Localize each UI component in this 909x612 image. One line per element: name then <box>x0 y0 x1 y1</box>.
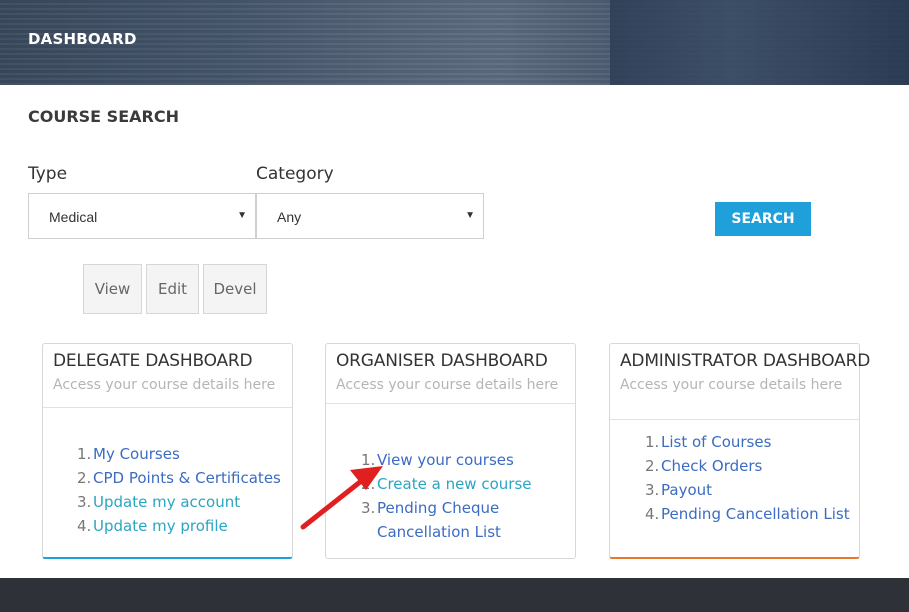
panel-subtitle: Access your course details here <box>620 377 843 393</box>
list-number: 4. <box>645 505 660 523</box>
list-item: 1. My Courses <box>77 442 292 466</box>
page-footer <box>0 578 909 612</box>
update-profile-link[interactable]: Update my profile <box>93 514 228 538</box>
header-background-image <box>610 0 909 85</box>
list-item: 3. Update my account <box>77 490 292 514</box>
list-item: 1. View your courses <box>361 448 575 472</box>
chevron-down-icon: ▼ <box>237 210 247 221</box>
tab-view[interactable]: View <box>83 264 142 314</box>
check-orders-link[interactable]: Check Orders <box>661 454 762 478</box>
category-select-value: Any <box>277 209 302 225</box>
list-number: 2. <box>645 457 660 475</box>
panel-body: 1. List of Courses 2. Check Orders 3. Payou… <box>610 420 859 526</box>
chevron-down-icon: ▼ <box>465 210 475 221</box>
payout-link[interactable]: Payout <box>661 478 712 502</box>
list-of-courses-link[interactable]: List of Courses <box>661 430 771 454</box>
panel-body: 1. My Courses 2. CPD Points & Certificates… <box>43 408 292 538</box>
list-number: 3. <box>361 499 376 517</box>
pending-cheque-link[interactable]: Pending Cheque Cancellation List <box>377 496 501 544</box>
panel-header: ORGANISER DASHBOARD Access your course d… <box>326 344 575 404</box>
list-item: 1. List of Courses <box>645 430 859 454</box>
list-number: 4. <box>77 517 92 535</box>
delegate-dashboard-panel: DELEGATE DASHBOARD Access your course de… <box>42 343 293 559</box>
panel-title: ORGANISER DASHBOARD <box>336 351 548 371</box>
organiser-links-list: 1. View your courses 2. Create a new cours… <box>361 448 575 544</box>
create-course-link[interactable]: Create a new course <box>377 472 531 496</box>
panel-subtitle: Access your course details here <box>336 377 559 393</box>
list-number: 1. <box>645 433 660 451</box>
tab-edit[interactable]: Edit <box>146 264 199 314</box>
type-select-value: Medical <box>49 209 98 225</box>
list-number: 2. <box>361 475 376 493</box>
my-courses-link[interactable]: My Courses <box>93 442 180 466</box>
list-number: 1. <box>361 451 376 469</box>
organiser-dashboard-panel: ORGANISER DASHBOARD Access your course d… <box>325 343 576 559</box>
admin-links-list: 1. List of Courses 2. Check Orders 3. Payou… <box>645 430 859 526</box>
list-number: 1. <box>77 445 92 463</box>
list-item: 4. Update my profile <box>77 514 292 538</box>
panel-title: ADMINISTRATOR DASHBOARD <box>620 351 871 371</box>
cpd-points-link[interactable]: CPD Points & Certificates <box>93 466 281 490</box>
panel-header: ADMINISTRATOR DASHBOARD Access your cour… <box>610 344 871 420</box>
link-line: Pending Cheque <box>377 499 500 517</box>
category-select[interactable]: Any ▼ <box>256 193 484 239</box>
page-title: DASHBOARD <box>28 30 137 48</box>
list-item: 3. Payout <box>645 478 859 502</box>
link-line: Cancellation List <box>377 523 501 541</box>
type-label: Type <box>28 164 68 184</box>
list-item: 2. Check Orders <box>645 454 859 478</box>
list-item: 2. Create a new course <box>361 472 575 496</box>
panel-subtitle: Access your course details here <box>53 377 276 393</box>
administrator-dashboard-panel: ADMINISTRATOR DASHBOARD Access your cour… <box>609 343 871 559</box>
course-search-title: COURSE SEARCH <box>28 107 179 126</box>
tab-devel[interactable]: Devel <box>203 264 267 314</box>
pending-cancellation-link[interactable]: Pending Cancellation List <box>661 502 850 526</box>
list-item: 3. Pending Cheque Cancellation List <box>361 496 575 544</box>
list-number: 3. <box>645 481 660 499</box>
view-courses-link[interactable]: View your courses <box>377 448 514 472</box>
page-header: DASHBOARD <box>0 0 909 85</box>
update-account-link[interactable]: Update my account <box>93 490 240 514</box>
list-number: 3. <box>77 493 92 511</box>
delegate-links-list: 1. My Courses 2. CPD Points & Certificates… <box>77 442 292 538</box>
panel-header: DELEGATE DASHBOARD Access your course de… <box>43 344 292 408</box>
list-item: 2. CPD Points & Certificates <box>77 466 292 490</box>
panel-title: DELEGATE DASHBOARD <box>53 351 253 371</box>
list-number: 2. <box>77 469 92 487</box>
category-label: Category <box>256 164 334 184</box>
list-item: 4. Pending Cancellation List <box>645 502 859 526</box>
panel-body: 1. View your courses 2. Create a new cours… <box>326 404 575 544</box>
type-select[interactable]: Medical ▼ <box>28 193 256 239</box>
search-button[interactable]: SEARCH <box>715 202 811 236</box>
